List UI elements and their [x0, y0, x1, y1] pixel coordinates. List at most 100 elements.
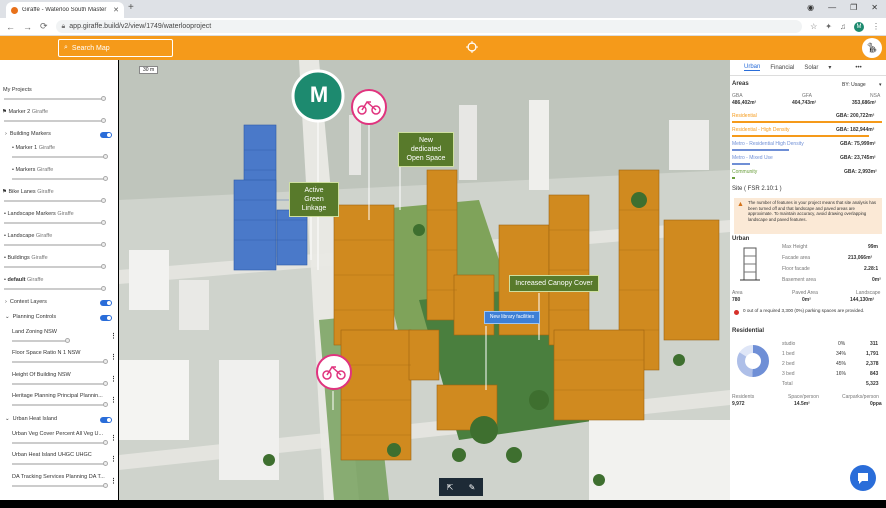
puzzle-icon[interactable]: ✦ [825, 22, 832, 31]
area-row-name: Residential - High Density [732, 127, 790, 133]
opacity-slider[interactable] [4, 96, 106, 101]
opacity-slider[interactable] [12, 440, 108, 445]
chat-button[interactable] [850, 465, 876, 491]
search-map-input[interactable]: ⌕ Search Map [58, 39, 173, 57]
layer-source: Giraffe [38, 145, 56, 151]
tab-financial[interactable]: Financial [770, 65, 794, 71]
locate-icon[interactable] [466, 41, 478, 53]
warning-icon: ▲ [737, 201, 744, 208]
res-row-pct: 45% [836, 361, 847, 367]
floor-facade-label: Floor facade [782, 266, 810, 272]
opacity-slider[interactable] [12, 483, 108, 488]
window-controls: ◉ — ❐ ✕ [807, 3, 878, 12]
area-row-value: GBA: 182,944m² [836, 127, 875, 133]
urban-heat-toggle[interactable] [100, 417, 112, 423]
layer-bike-lanes[interactable]: ⚑ Bike Lanes Giraffe [2, 189, 118, 195]
tab-urban[interactable]: Urban [744, 64, 761, 71]
restore-icon[interactable]: ❐ [850, 3, 857, 12]
opacity-slider[interactable] [12, 402, 108, 407]
area-row-name: Community [732, 169, 758, 175]
area-bar [732, 177, 735, 179]
building-diagram-icon [740, 247, 760, 281]
layer-heritage[interactable]: Heritage Planning Principal Plannin... [12, 393, 118, 399]
opacity-slider[interactable] [12, 176, 108, 181]
opacity-slider[interactable] [4, 286, 106, 291]
opacity-slider[interactable] [12, 154, 108, 159]
layer-floor-space[interactable]: Floor Space Ratio N 1 NSW [12, 350, 118, 356]
paved-value: 0m² [802, 297, 811, 303]
layer-markers[interactable]: • Markers Giraffe [12, 167, 118, 173]
building-markers-toggle[interactable] [100, 132, 112, 138]
layer-marker-2[interactable]: ⚑ Marker 2 Giraffe [2, 109, 118, 115]
planning-controls-toggle[interactable] [100, 315, 112, 321]
menu-icon[interactable]: ⋮ [872, 22, 880, 31]
url-field[interactable]: 🔒︎ app.giraffe.build/v2/view/1749/waterl… [55, 20, 803, 33]
opacity-slider[interactable] [4, 220, 106, 225]
star-icon[interactable]: ☆ [810, 22, 817, 31]
more-icon[interactable]: ⋮ [110, 396, 117, 404]
opacity-slider[interactable] [4, 118, 106, 123]
area-value: 780 [732, 297, 741, 303]
back-icon[interactable]: ← [6, 22, 15, 32]
more-options-icon[interactable]: ••• [855, 65, 861, 71]
carparks-value: 0ppa [870, 401, 882, 407]
map-view[interactable]: 30 m M Active Green Linkage New dedicate… [119, 60, 730, 500]
callout-active-green-linkage[interactable]: Active Green Linkage [289, 182, 339, 217]
more-icon[interactable]: ⋮ [110, 332, 117, 340]
chevron-down-icon[interactable]: ▾ [879, 82, 882, 88]
close-tab-icon[interactable]: ✕ [113, 6, 119, 14]
opacity-slider[interactable] [12, 381, 108, 386]
reload-icon[interactable]: ⟳ [40, 21, 48, 32]
tab-solar[interactable]: Solar [804, 65, 818, 71]
layer-height-building[interactable]: Height Of Building NSW [12, 372, 118, 378]
layer-urban-veg[interactable]: Urban Veg Cover Percent All Veg U... [12, 431, 118, 437]
opacity-slider[interactable] [12, 338, 70, 343]
opacity-slider[interactable] [4, 198, 106, 203]
map-toolbar: ⇱ ✎ [439, 478, 483, 496]
new-tab-icon[interactable]: + [128, 2, 134, 13]
layer-default[interactable]: • default Giraffe [4, 277, 118, 283]
more-icon[interactable]: ⋮ [110, 375, 117, 383]
layer-land-zoning[interactable]: Land Zoning NSW [12, 329, 118, 335]
callout-canopy-cover[interactable]: Increased Canopy Cover [509, 275, 599, 292]
giraffe-logo-icon[interactable]: 🦒︎ [862, 38, 882, 58]
media-icon[interactable]: ♫ [840, 22, 846, 31]
cursor-icon[interactable]: ⇱ [447, 483, 454, 492]
minimize-icon[interactable]: — [828, 3, 836, 12]
layer-urban-heat-uhgc[interactable]: Urban Heat Island UHGC UHGC [12, 452, 118, 458]
more-icon[interactable]: ⋮ [110, 477, 117, 485]
context-layers-toggle[interactable] [100, 300, 112, 306]
basement-label: Basement area [782, 277, 816, 283]
opacity-slider[interactable] [12, 461, 108, 466]
forward-icon[interactable]: → [23, 22, 32, 32]
opacity-slider[interactable] [12, 359, 108, 364]
lock-icon: 🔒︎ [61, 22, 66, 30]
max-height-value: 99m [868, 244, 879, 250]
close-window-icon[interactable]: ✕ [871, 3, 878, 12]
layer-landscape[interactable]: • Landscape Giraffe [4, 233, 118, 239]
url-text: app.giraffe.build/v2/view/1749/waterloop… [69, 23, 212, 30]
layer-buildings[interactable]: • Buildings Giraffe [4, 255, 118, 261]
opacity-slider[interactable] [4, 264, 106, 269]
more-icon[interactable]: ⋮ [110, 353, 117, 361]
area-row-value: GBA: 200,722m² [836, 113, 875, 119]
layer-marker-1[interactable]: • Marker 1 Giraffe [12, 145, 118, 151]
callout-library[interactable]: New library facilities [484, 311, 540, 324]
layer-my-projects[interactable]: My Projects [3, 87, 118, 93]
group-by-select[interactable]: BY: Usage [842, 82, 866, 88]
browser-tab[interactable]: Giraffe - Waterloo South Master ✕ [6, 2, 124, 18]
more-icon[interactable]: ⋮ [110, 455, 117, 463]
layer-landscape-markers[interactable]: • Landscape Markers Giraffe [4, 211, 118, 217]
opacity-slider[interactable] [4, 242, 106, 247]
layer-label: Buildings [7, 255, 30, 261]
residential-donut-chart [737, 345, 769, 377]
layer-da-tracking[interactable]: DA Tracking Services Planning DA T... [12, 474, 118, 480]
record-icon[interactable]: ◉ [807, 3, 814, 12]
more-icon[interactable]: ⋮ [110, 434, 117, 442]
nsa-label: NSA [870, 93, 881, 99]
chevron-down-icon[interactable]: ▾ [828, 64, 831, 71]
avatar[interactable]: M [854, 21, 864, 32]
ruler-icon[interactable]: ✎ [469, 483, 476, 492]
layer-source: Giraffe [57, 211, 74, 217]
callout-new-open-space[interactable]: New dedicated Open Space [398, 132, 454, 167]
